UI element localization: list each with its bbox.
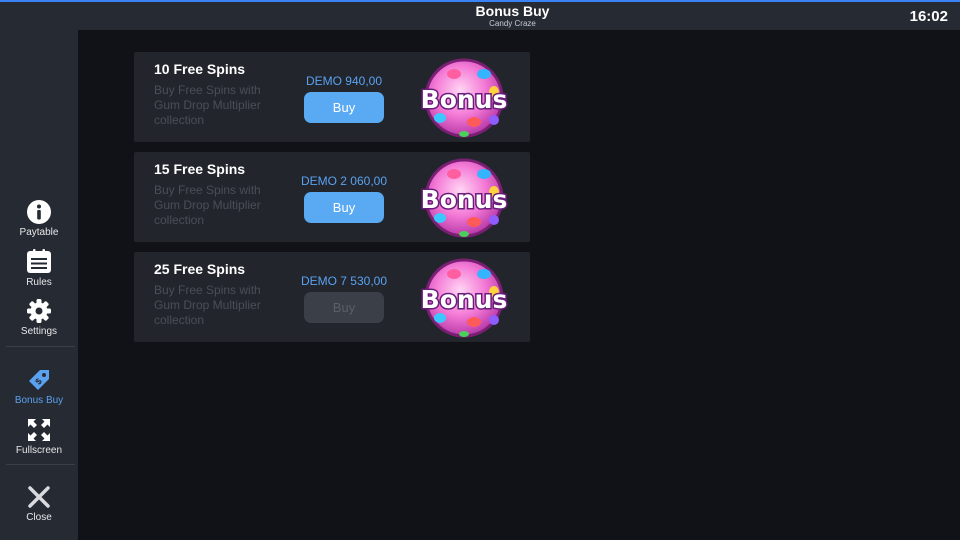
bonus-badge-image[interactable]: Bonus [418,54,510,140]
close-icon [28,486,50,508]
offer-title: 15 Free Spins [154,161,246,177]
badge-label: Bonus [421,185,508,214]
sidebar-item-settings[interactable]: Settings [0,298,78,337]
sidebar-item-bonus-buy[interactable]: $ Bonus Buy [0,367,78,406]
bonus-badge-image[interactable]: Bonus [418,254,510,340]
game-name: Candy Craze [489,19,536,28]
offer-price: DEMO 7 530,00 [300,274,388,288]
info-icon [27,200,51,224]
sidebar-item-paytable[interactable]: Paytable [0,199,78,238]
sidebar-item-fullscreen[interactable]: Fullscreen [0,417,78,456]
offer-title: 25 Free Spins [154,261,246,277]
badge-label: Bonus [421,85,508,114]
rules-icon [27,249,51,273]
sidebar-item-label: Rules [26,277,52,288]
offer-card: 25 Free Spins Buy Free Spins with Gum Dr… [134,252,530,342]
offer-price: DEMO 2 060,00 [300,174,388,188]
sidebar-item-label: Paytable [19,227,59,238]
offer-price: DEMO 940,00 [305,74,383,88]
sidebar-item-label: Close [26,512,52,523]
header-bar: Bonus Buy Candy Craze 16:02 [78,2,960,30]
bonus-badge-image[interactable]: Bonus [418,154,510,240]
offer-card: 15 Free Spins Buy Free Spins with Gum Dr… [134,152,530,242]
sidebar-divider [6,464,75,465]
buy-button-disabled: Buy [304,292,384,323]
sidebar-divider [6,346,75,347]
sidebar-item-rules[interactable]: Rules [0,249,78,288]
offer-card: 10 Free Spins Buy Free Spins with Gum Dr… [134,52,530,142]
page-title: Bonus Buy [475,3,550,19]
gear-icon [27,299,51,323]
sidebar-item-label: Bonus Buy [14,395,64,406]
offer-title: 10 Free Spins [154,61,246,77]
buy-button[interactable]: Buy [304,192,384,223]
fullscreen-icon [28,419,50,441]
offer-description: Buy Free Spins with Gum Drop Multiplier … [154,283,261,327]
offer-description: Buy Free Spins with Gum Drop Multiplier … [154,83,261,127]
sidebar-item-label: Settings [20,326,58,337]
offer-description: Buy Free Spins with Gum Drop Multiplier … [154,183,261,227]
clock: 16:02 [909,8,948,25]
sidebar-item-label: Fullscreen [15,445,63,456]
sidebar-item-close[interactable]: Close [0,484,78,523]
sidebar: Paytable Rules Settings $ Bonus Buy Full… [0,2,78,540]
badge-label: Bonus [421,285,508,314]
buy-button[interactable]: Buy [304,92,384,123]
tag-icon: $ [29,370,49,390]
